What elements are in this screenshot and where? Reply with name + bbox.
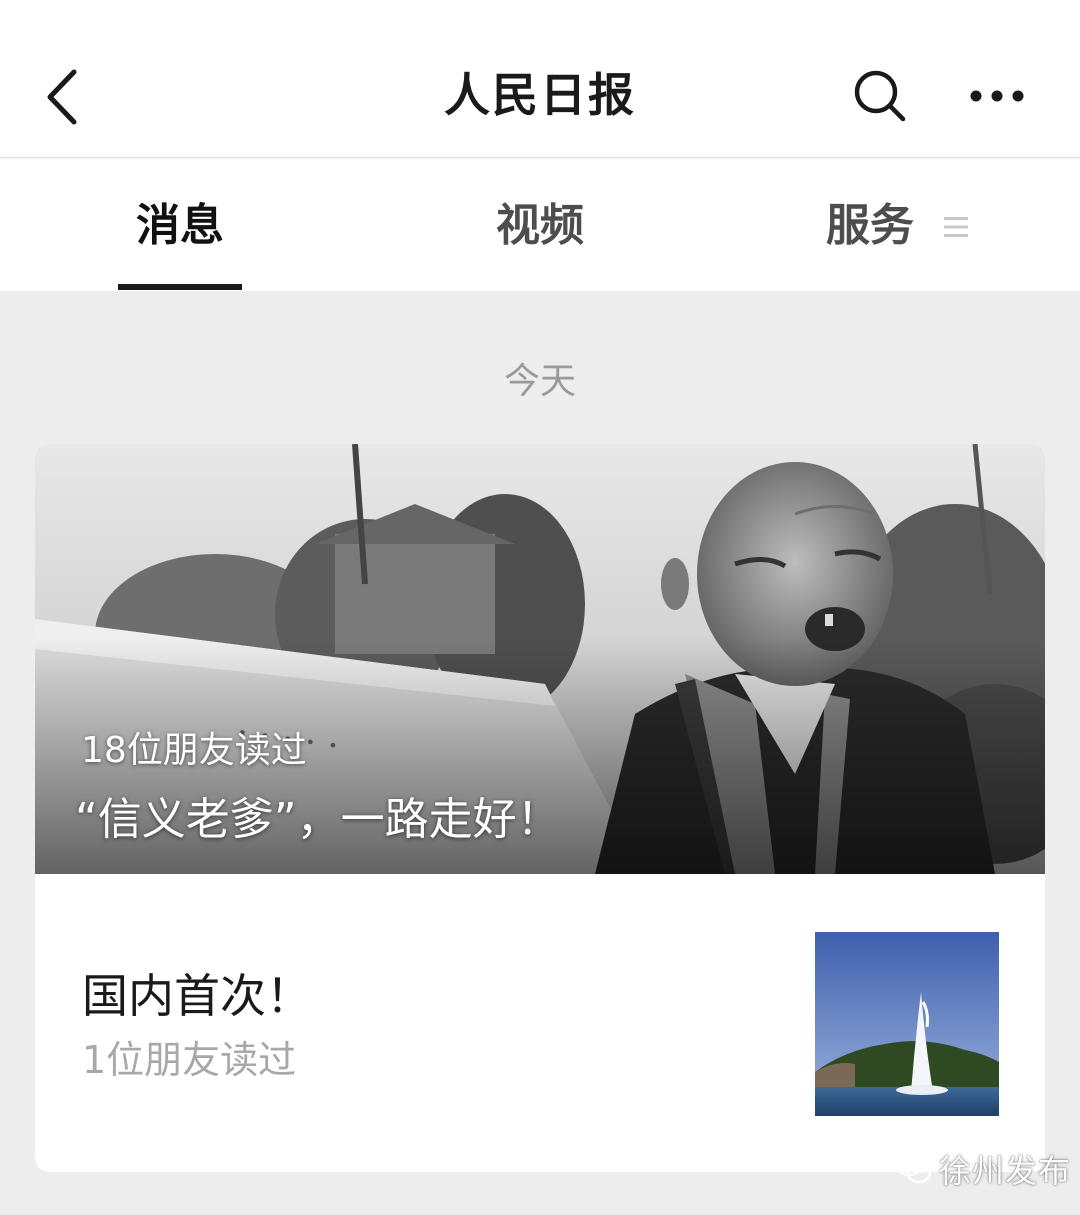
cover-article-title: “信义老爹”，一路走好！ [75, 794, 561, 845]
top-navigation-bar: 人民日报 [0, 0, 1080, 158]
menu-icon [944, 217, 968, 237]
active-tab-indicator [118, 284, 242, 290]
article-card: · · · · · 18位朋友读过 “信义老爹”，一路走好！ 国内首次！ 1位朋… [35, 444, 1045, 1172]
back-button[interactable] [38, 62, 98, 132]
article-thumbnail [815, 932, 999, 1116]
watermark: 徐州发布 [895, 1146, 1071, 1192]
search-icon [854, 70, 906, 122]
wechat-logo-icon [895, 1153, 932, 1184]
more-icon [970, 90, 1024, 102]
tab-services-label: 服务 [826, 200, 914, 251]
tab-bar: 消息 视频 服务 [0, 159, 1080, 291]
article-readers-count: 1位朋友读过 [82, 1038, 297, 1082]
watermark-text: 徐州发布 [939, 1152, 1072, 1190]
cover-article[interactable]: · · · · · 18位朋友读过 “信义老爹”，一路走好！ [35, 444, 1045, 874]
tab-messages[interactable]: 消息 [118, 191, 242, 261]
tab-services[interactable]: 服务 [826, 191, 986, 261]
article-item[interactable]: 国内首次！ 1位朋友读过 [35, 874, 1045, 1172]
back-arrow-icon [47, 69, 77, 125]
page-title: 人民日报 [444, 68, 636, 122]
tab-videos[interactable]: 视频 [478, 191, 602, 261]
date-separator: 今天 [503, 361, 576, 402]
article-title: 国内首次！ [82, 969, 312, 1023]
more-options-button[interactable] [962, 74, 1032, 118]
search-button[interactable] [848, 64, 912, 128]
cover-readers-count: 18位朋友读过 [81, 730, 307, 771]
